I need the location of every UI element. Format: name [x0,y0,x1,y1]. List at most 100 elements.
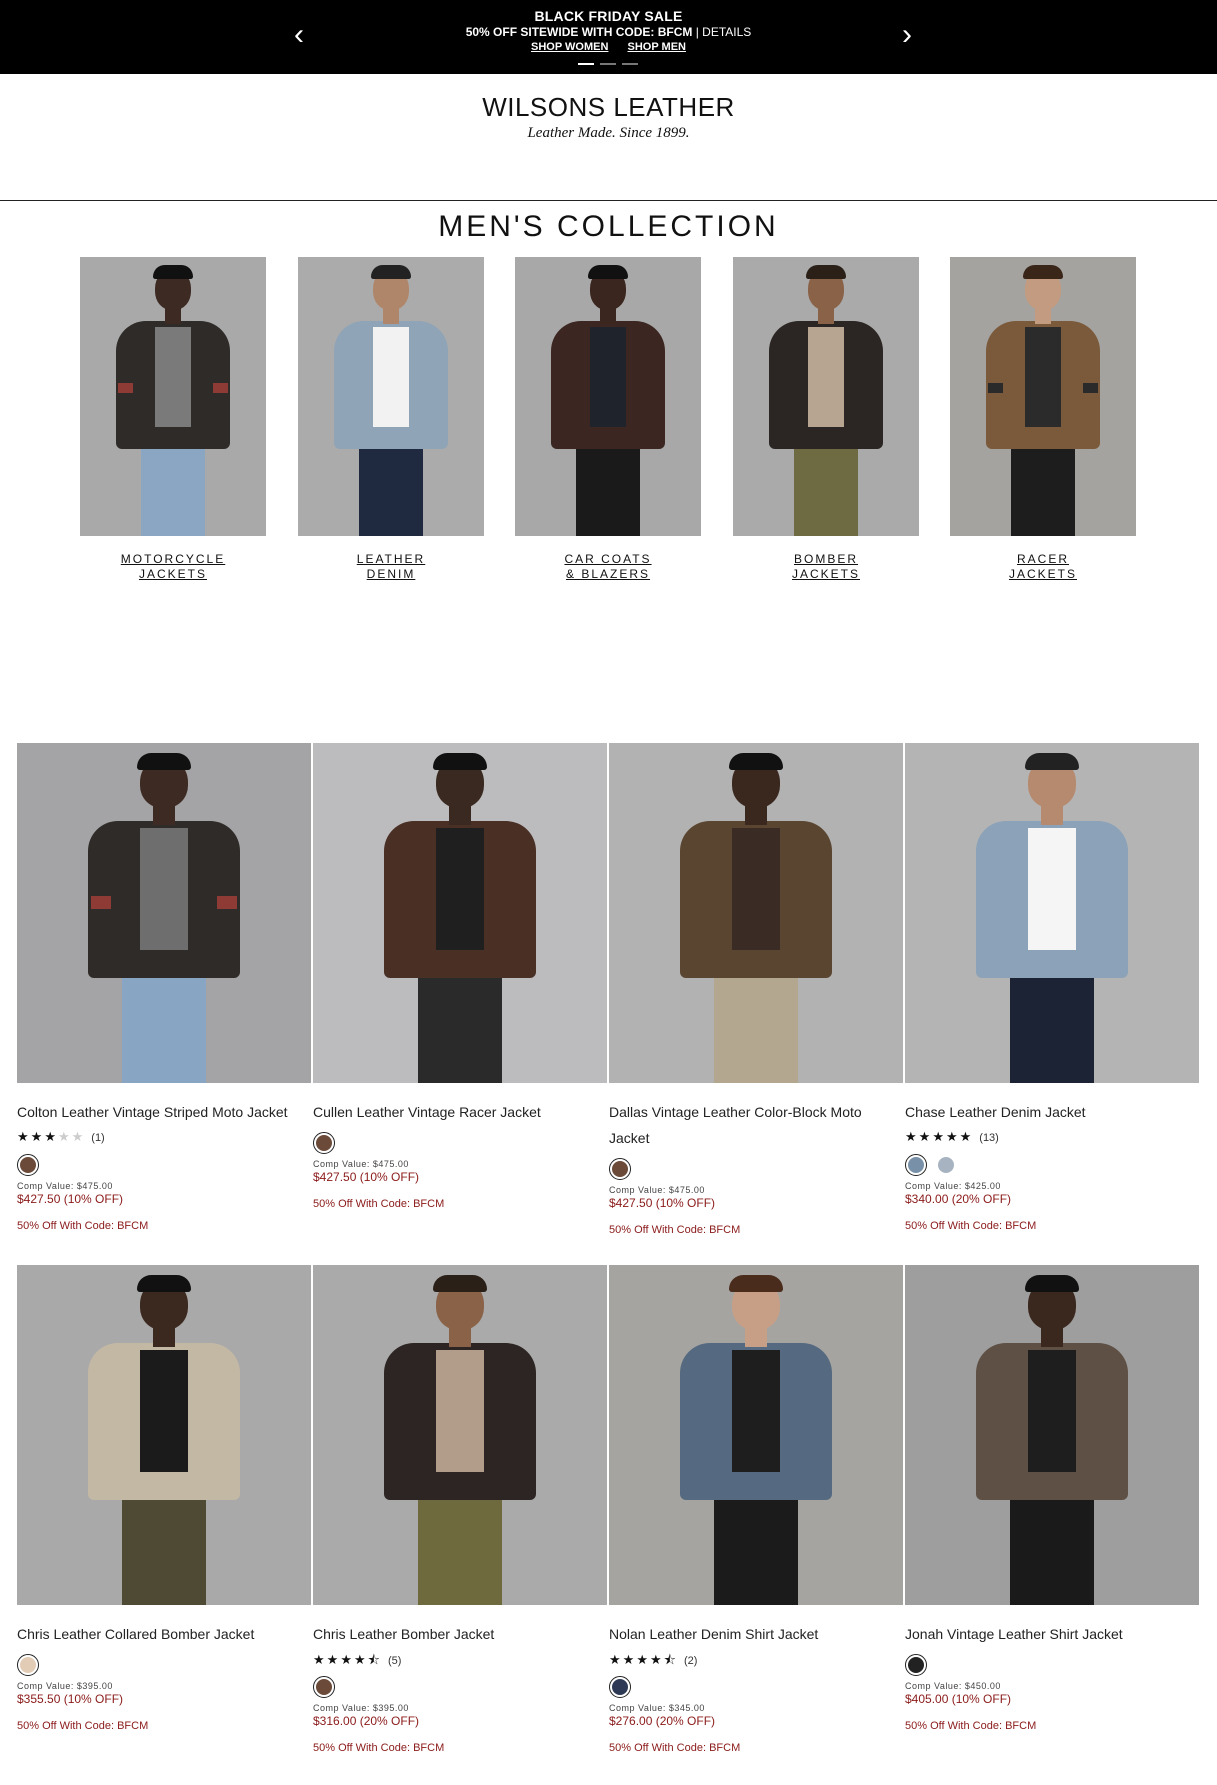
product-card[interactable]: Dallas Vintage Leather Color-Block Moto … [609,743,903,1236]
rating-stars[interactable]: ★★★★★ (1) [17,1129,311,1147]
comp-value: Comp Value: $395.00 [313,1703,409,1713]
product-name[interactable]: Cullen Leather Vintage Racer Jacket [313,1099,607,1125]
color-swatch[interactable] [313,1676,335,1698]
product-name[interactable]: Chris Leather Collared Bomber Jacket [17,1621,311,1647]
star-icon: ★ [71,1129,86,1144]
promo-code-text: 50% Off With Code: BFCM [313,1742,445,1754]
category-label-line1: CAR COATS [564,552,652,566]
category-tile[interactable]: CAR COATS & BLAZERS [515,257,701,582]
sale-price: $355.50 (10% OFF) [17,1692,124,1706]
product-card[interactable]: Chris Leather Collared Bomber Jacket Comp… [17,1265,311,1732]
category-label-line2: JACKETS [1008,567,1077,581]
comp-value: Comp Value: $475.00 [17,1181,113,1191]
rating-stars[interactable]: ★★★★⯪ (2) [609,1651,903,1669]
carousel-dot[interactable] [622,63,638,65]
promo-code-text: 50% Off With Code: BFCM [313,1198,445,1210]
product-image[interactable] [609,743,903,1083]
category-image[interactable] [515,257,701,536]
product-image[interactable] [905,743,1199,1083]
promo-banner: ‹ BLACK FRIDAY SALE 50% OFF SITEWIDE WIT… [0,0,1217,74]
review-count: (2) [683,1655,698,1667]
promo-code-text: 50% Off With Code: BFCM [17,1220,149,1232]
product-card[interactable]: Nolan Leather Denim Shirt Jacket ★★★★⯪ (2)… [609,1265,903,1754]
product-card[interactable]: Chase Leather Denim Jacket ★★★★★ (13) Comp … [905,743,1199,1232]
category-image[interactable] [733,257,919,536]
category-link[interactable]: MOTORCYCLE JACKETS [80,552,266,582]
promo-code-text: 50% Off With Code: BFCM [609,1742,741,1754]
category-tile[interactable]: LEATHER DENIM [298,257,484,582]
product-image[interactable] [905,1265,1199,1605]
sale-price: $316.00 (20% OFF) [313,1714,420,1728]
star-icon: ★ [932,1129,946,1144]
star-icon: ★ [353,1652,368,1667]
category-image[interactable] [950,257,1136,536]
product-image[interactable] [17,743,311,1083]
product-card[interactable]: Cullen Leather Vintage Racer Jacket Comp … [313,743,607,1210]
shop-men-link[interactable]: SHOP MEN [628,41,686,53]
product-name[interactable]: Dallas Vintage Leather Color-Block Moto … [609,1099,903,1151]
product-card[interactable]: Colton Leather Vintage Striped Moto Jack… [17,743,311,1232]
model-figure [360,1265,560,1605]
product-name[interactable]: Nolan Leather Denim Shirt Jacket [609,1621,903,1647]
category-link[interactable]: LEATHER DENIM [298,552,484,582]
product-image[interactable] [609,1265,903,1605]
promo-details-link[interactable]: DETAILS [702,25,751,39]
color-swatches [17,1653,311,1677]
category-link[interactable]: RACER JACKETS [950,552,1136,582]
product-image[interactable] [17,1265,311,1605]
category-link[interactable]: CAR COATS & BLAZERS [515,552,701,582]
category-link[interactable]: BOMBER JACKETS [733,552,919,582]
product-name[interactable]: Colton Leather Vintage Striped Moto Jack… [17,1099,311,1125]
product-name[interactable]: Jonah Vintage Leather Shirt Jacket [905,1621,1199,1647]
star-icon: ★ [905,1129,919,1144]
comp-value: Comp Value: $395.00 [17,1681,113,1691]
category-tile[interactable]: BOMBER JACKETS [733,257,919,582]
review-count: (13) [979,1132,999,1144]
color-swatches [609,1157,903,1181]
color-swatch[interactable] [905,1654,927,1676]
category-image[interactable] [298,257,484,536]
color-swatch[interactable] [17,1154,39,1176]
rating-stars[interactable]: ★★★★★ (13) [905,1129,1199,1147]
color-swatches [313,1675,607,1699]
carousel-dot[interactable] [600,63,616,65]
promo-separator: | [695,25,699,39]
product-card[interactable]: Chris Leather Bomber Jacket ★★★★⯪ (5) Comp … [313,1265,607,1754]
product-name[interactable]: Chase Leather Denim Jacket [905,1099,1199,1125]
carousel-dot[interactable] [578,63,594,65]
color-swatch[interactable] [935,1154,957,1176]
color-swatch[interactable] [17,1654,39,1676]
product-image[interactable] [313,743,607,1083]
star-icon: ★ [313,1652,327,1667]
product-image[interactable] [313,1265,607,1605]
category-tile[interactable]: RACER JACKETS [950,257,1136,582]
promo-links: SHOP WOMEN SHOP MEN [0,41,1217,53]
promo-code-text: 50% Off With Code: BFCM [905,1220,1037,1232]
color-swatch[interactable] [313,1132,335,1154]
product-card[interactable]: Jonah Vintage Leather Shirt Jacket Comp V… [905,1265,1199,1732]
star-icon: ★ [945,1129,960,1144]
color-swatch[interactable] [609,1676,631,1698]
comp-value: Comp Value: $450.00 [905,1681,1001,1691]
category-label-line1: LEATHER [356,552,426,566]
model-figure [656,743,856,1083]
product-name[interactable]: Chris Leather Bomber Jacket [313,1621,607,1647]
rating-stars[interactable]: ★★★★⯪ (5) [313,1651,607,1669]
star-icon: ★ [17,1129,31,1144]
category-image[interactable] [80,257,266,536]
promo-title: BLACK FRIDAY SALE [534,8,683,24]
category-tile[interactable]: MOTORCYCLE JACKETS [80,257,266,582]
star-icon: ★ [918,1129,933,1144]
color-swatch[interactable] [609,1158,631,1180]
color-swatches [17,1153,311,1177]
model-figure [656,1265,856,1605]
model-figure [751,257,901,536]
sale-price: $405.00 (10% OFF) [905,1692,1012,1706]
chevron-right-icon[interactable]: › [902,20,912,50]
color-swatch[interactable] [905,1154,927,1176]
site-logo[interactable]: WILSONS LEATHER Leather Made. Since 1899… [0,92,1217,142]
promo-code-text: 50% Off With Code: BFCM [17,1720,149,1732]
star-icon: ★ [609,1652,623,1667]
shop-women-link[interactable]: SHOP WOMEN [531,41,608,53]
star-icon: ⯪ [367,1652,382,1667]
